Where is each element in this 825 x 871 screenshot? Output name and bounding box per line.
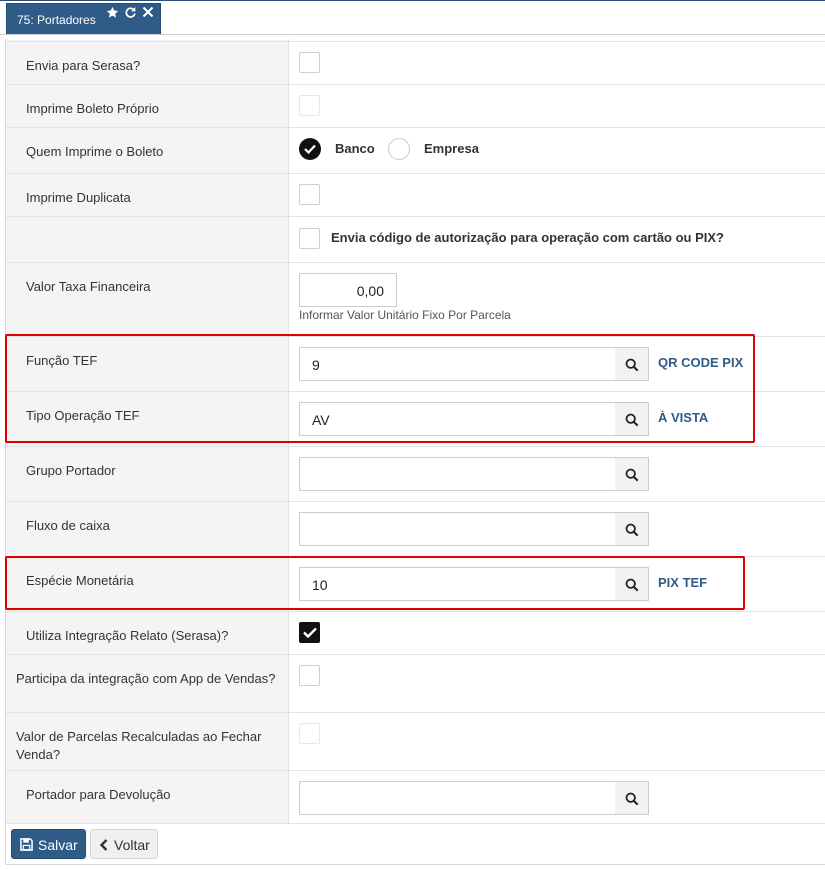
radio-banco-label: Banco bbox=[335, 141, 375, 156]
app-vendas-label: Participa da integração com App de Venda… bbox=[16, 671, 276, 686]
row-separator bbox=[6, 84, 825, 85]
radio-empresa[interactable] bbox=[388, 138, 410, 160]
quem-imprime-label: Quem Imprime o Boleto bbox=[26, 144, 164, 159]
tab-bar-divider bbox=[0, 34, 825, 35]
imprime-boleto-label: Imprime Boleto Próprio bbox=[26, 101, 159, 116]
grupo-portador-label: Grupo Portador bbox=[26, 463, 116, 478]
chevron-left-icon bbox=[99, 839, 108, 851]
row-separator bbox=[6, 770, 825, 771]
refresh-icon[interactable] bbox=[124, 6, 137, 22]
highlight-box-tef bbox=[5, 334, 755, 443]
valor-taxa-label: Valor Taxa Financeira bbox=[26, 279, 151, 294]
tab-bar: 75: Portadores bbox=[0, 0, 825, 35]
portador-devolucao-search-button[interactable] bbox=[615, 781, 649, 815]
valor-taxa-input[interactable]: 0,00 bbox=[299, 273, 397, 307]
save-button[interactable]: Salvar bbox=[11, 829, 86, 859]
row-separator bbox=[6, 501, 825, 502]
row-separator bbox=[6, 446, 825, 447]
row-separator bbox=[6, 216, 825, 217]
highlight-box-especie bbox=[5, 556, 745, 610]
envia-codigo-label: Envia código de autorização para operaçã… bbox=[331, 230, 724, 245]
grupo-portador-search-button[interactable] bbox=[615, 457, 649, 491]
fluxo-caixa-label: Fluxo de caixa bbox=[26, 518, 110, 533]
row-separator bbox=[6, 712, 825, 713]
imprime-boleto-checkbox[interactable] bbox=[299, 95, 320, 116]
row-separator bbox=[6, 173, 825, 174]
envia-codigo-checkbox[interactable] bbox=[299, 228, 320, 249]
search-icon bbox=[625, 468, 639, 482]
row-separator bbox=[6, 611, 825, 612]
grupo-portador-input[interactable] bbox=[299, 457, 616, 491]
envia-serasa-label: Envia para Serasa? bbox=[26, 58, 141, 73]
integracao-relato-checkbox[interactable] bbox=[299, 622, 320, 643]
close-icon[interactable] bbox=[142, 6, 154, 21]
parcelas-recalculadas-checkbox[interactable] bbox=[299, 723, 320, 744]
check-icon bbox=[304, 144, 316, 154]
valor-taxa-hint: Informar Valor Unitário Fixo Por Parcela bbox=[299, 308, 511, 322]
row-separator bbox=[6, 262, 825, 263]
portador-devolucao-input[interactable] bbox=[299, 781, 616, 815]
back-button[interactable]: Voltar bbox=[90, 829, 158, 859]
imprime-duplicata-checkbox[interactable] bbox=[299, 184, 320, 205]
row-separator bbox=[6, 823, 825, 824]
back-button-label: Voltar bbox=[114, 837, 150, 853]
app-vendas-checkbox[interactable] bbox=[299, 665, 320, 686]
radio-empresa-label: Empresa bbox=[424, 141, 479, 156]
search-icon bbox=[625, 792, 639, 806]
parcelas-recalculadas-label: Valor de Parcelas Recalculadas ao Fechar… bbox=[16, 729, 262, 762]
valor-taxa-value: 0,00 bbox=[356, 283, 384, 299]
integracao-relato-label: Utiliza Integração Relato (Serasa)? bbox=[26, 628, 229, 643]
floppy-icon bbox=[20, 838, 33, 851]
fluxo-caixa-search-button[interactable] bbox=[615, 512, 649, 546]
search-icon bbox=[625, 523, 639, 537]
save-button-label: Salvar bbox=[38, 837, 78, 853]
tab-portadores[interactable]: 75: Portadores bbox=[6, 3, 161, 34]
radio-banco[interactable] bbox=[299, 138, 321, 160]
envia-serasa-checkbox[interactable] bbox=[299, 52, 320, 73]
row-separator bbox=[6, 654, 825, 655]
check-icon bbox=[303, 627, 317, 638]
portador-devolucao-label: Portador para Devolução bbox=[26, 787, 171, 802]
tab-title: 75: Portadores bbox=[17, 13, 96, 27]
row-separator bbox=[6, 127, 825, 128]
star-icon[interactable] bbox=[106, 6, 119, 22]
row-separator bbox=[6, 41, 825, 42]
imprime-duplicata-label: Imprime Duplicata bbox=[26, 190, 131, 205]
fluxo-caixa-input[interactable] bbox=[299, 512, 616, 546]
